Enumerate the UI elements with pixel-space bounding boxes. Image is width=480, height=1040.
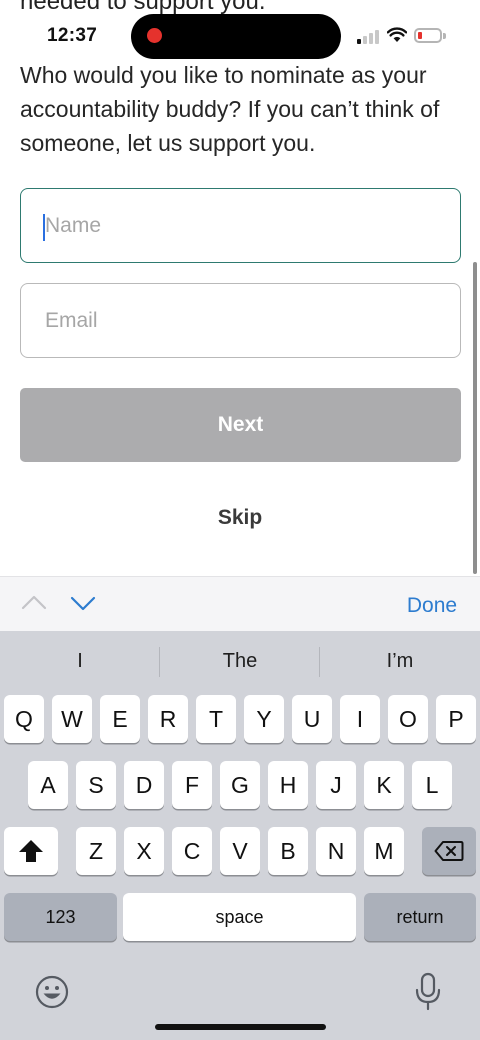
email-field[interactable] xyxy=(20,283,461,358)
numbers-key[interactable]: 123 xyxy=(4,893,117,941)
wifi-icon xyxy=(387,27,407,42)
key-b[interactable]: B xyxy=(268,827,308,875)
skip-button[interactable]: Skip xyxy=(190,500,290,536)
space-key[interactable]: space xyxy=(123,893,356,941)
status-bar: 12:37 xyxy=(0,0,480,64)
keyboard: I The I’m Q W E R T Y U I O P A S D F G … xyxy=(0,631,480,1040)
shift-icon xyxy=(19,840,43,862)
key-m[interactable]: M xyxy=(364,827,404,875)
key-f[interactable]: F xyxy=(172,761,212,809)
key-j[interactable]: J xyxy=(316,761,356,809)
shift-key[interactable] xyxy=(4,827,58,875)
key-l[interactable]: L xyxy=(412,761,452,809)
backspace-key[interactable] xyxy=(422,827,476,875)
dynamic-island xyxy=(131,14,341,59)
key-y[interactable]: Y xyxy=(244,695,284,743)
suggestion-2[interactable]: The xyxy=(160,631,320,691)
key-o[interactable]: O xyxy=(388,695,428,743)
key-r[interactable]: R xyxy=(148,695,188,743)
next-button[interactable]: Next xyxy=(20,388,461,462)
key-c[interactable]: C xyxy=(172,827,212,875)
name-field[interactable] xyxy=(20,188,461,263)
suggestion-bar: I The I’m xyxy=(0,631,480,691)
keyboard-accessory-bar: Done xyxy=(0,576,480,631)
key-n[interactable]: N xyxy=(316,827,356,875)
suggestion-3[interactable]: I’m xyxy=(320,631,480,691)
signal-icon xyxy=(357,30,379,44)
scrollbar[interactable] xyxy=(473,262,477,574)
recording-indicator-icon xyxy=(147,28,162,43)
chevron-up-icon[interactable] xyxy=(21,594,47,610)
emoji-icon[interactable] xyxy=(35,975,69,1009)
name-input[interactable] xyxy=(21,189,460,262)
key-q[interactable]: Q xyxy=(4,695,44,743)
text-caret xyxy=(43,214,45,241)
key-u[interactable]: U xyxy=(292,695,332,743)
key-h[interactable]: H xyxy=(268,761,308,809)
nomination-prompt: Who would you like to nominate as your a… xyxy=(20,62,440,156)
key-z[interactable]: Z xyxy=(76,827,116,875)
key-x[interactable]: X xyxy=(124,827,164,875)
status-time: 12:37 xyxy=(47,25,98,46)
key-e[interactable]: E xyxy=(100,695,140,743)
email-input[interactable] xyxy=(21,284,460,357)
return-key[interactable]: return xyxy=(364,893,476,941)
key-g[interactable]: G xyxy=(220,761,260,809)
home-indicator[interactable] xyxy=(155,1024,326,1030)
key-s[interactable]: S xyxy=(76,761,116,809)
key-a[interactable]: A xyxy=(28,761,68,809)
key-d[interactable]: D xyxy=(124,761,164,809)
key-i[interactable]: I xyxy=(340,695,380,743)
key-v[interactable]: V xyxy=(220,827,260,875)
backspace-icon xyxy=(434,841,464,861)
key-t[interactable]: T xyxy=(196,695,236,743)
battery-icon xyxy=(414,28,442,43)
key-w[interactable]: W xyxy=(52,695,92,743)
key-k[interactable]: K xyxy=(364,761,404,809)
microphone-icon[interactable] xyxy=(413,972,443,1012)
battery-cap xyxy=(443,33,446,39)
suggestion-1[interactable]: I xyxy=(0,631,160,691)
chevron-down-icon[interactable] xyxy=(70,596,96,612)
key-p[interactable]: P xyxy=(436,695,476,743)
done-button[interactable]: Done xyxy=(397,591,467,621)
